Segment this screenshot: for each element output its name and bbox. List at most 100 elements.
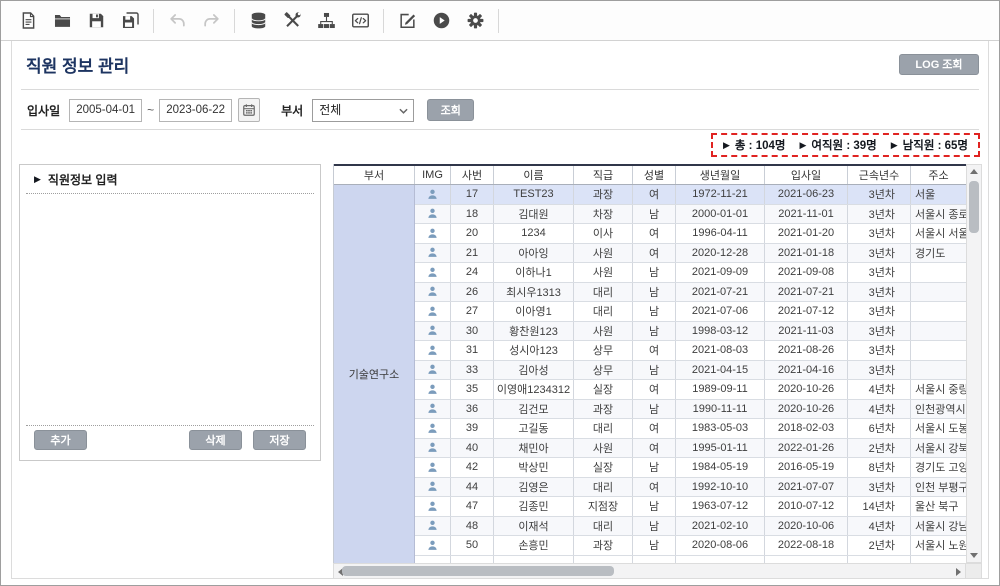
- save-all-icon[interactable]: [113, 8, 147, 34]
- cell-gender[interactable]: 남: [633, 400, 676, 419]
- cell-birth[interactable]: 1989-09-11: [676, 380, 765, 399]
- table-row[interactable]: 35이영애1234312실장여1989-09-112020-10-264년차서울…: [415, 380, 966, 400]
- settings-icon[interactable]: [458, 8, 492, 34]
- column-header[interactable]: 근속년수: [848, 166, 911, 184]
- scroll-down-arrow-icon[interactable]: [970, 553, 978, 558]
- cell-tenure[interactable]: 3년차: [848, 283, 911, 302]
- cell-position[interactable]: 사원: [574, 263, 633, 282]
- cell-birth[interactable]: 1995-01-11: [676, 439, 765, 458]
- cell-tenure[interactable]: 3년차: [848, 341, 911, 360]
- cell-img[interactable]: [415, 439, 451, 458]
- table-row[interactable]: 201234이사여1996-04-112021-01-203년차서울시 서울: [415, 224, 966, 244]
- cell-birth[interactable]: 1990-11-11: [676, 400, 765, 419]
- cell-address[interactable]: [911, 283, 966, 302]
- cell-birth[interactable]: 2020-12-28: [676, 244, 765, 263]
- cell-tenure[interactable]: 3년차: [848, 263, 911, 282]
- cell-tenure[interactable]: 4년차: [848, 380, 911, 399]
- cell-gender[interactable]: 남: [633, 263, 676, 282]
- cell-gender[interactable]: 남: [633, 497, 676, 516]
- table-row[interactable]: 47김종민지점장남1963-07-122010-07-1214년차울산 북구: [415, 497, 966, 517]
- cell-id[interactable]: 31: [451, 341, 494, 360]
- cell-birth[interactable]: 2021-04-15: [676, 361, 765, 380]
- cell-position[interactable]: 상무: [574, 341, 633, 360]
- cell-gender[interactable]: 여: [633, 341, 676, 360]
- cell-gender[interactable]: 여: [633, 419, 676, 438]
- cell-tenure[interactable]: 3년차: [848, 185, 911, 204]
- cell-img[interactable]: [415, 478, 451, 497]
- table-row[interactable]: 17TEST23과장여1972-11-212021-06-233년차서울: [415, 185, 966, 205]
- cell-address[interactable]: 서울시 도봉...: [911, 419, 966, 438]
- table-row[interactable]: 48이재석대리남2021-02-102020-10-064년차서울시 강남...: [415, 517, 966, 537]
- cell-birth[interactable]: 1996-04-11: [676, 224, 765, 243]
- cell-gender[interactable]: 남: [633, 517, 676, 536]
- cell-address[interactable]: 인천광역시 ...: [911, 400, 966, 419]
- cell-name[interactable]: 이아영1: [494, 302, 574, 321]
- new-document-icon[interactable]: [11, 8, 45, 34]
- cell-birth[interactable]: 1963-07-12: [676, 497, 765, 516]
- scroll-up-arrow-icon[interactable]: [970, 169, 978, 174]
- table-row[interactable]: 36김건모과장남1990-11-112020-10-264년차인천광역시 ...: [415, 400, 966, 420]
- cell-img[interactable]: [415, 322, 451, 341]
- cell-hire[interactable]: 2021-11-03: [765, 322, 848, 341]
- cell-hire[interactable]: 2016-05-19: [765, 458, 848, 477]
- cell-name[interactable]: 박상민: [494, 458, 574, 477]
- cell-img[interactable]: [415, 244, 451, 263]
- cell-gender[interactable]: 여: [633, 439, 676, 458]
- cell-address[interactable]: 서울시 종로...: [911, 205, 966, 224]
- cell-hire[interactable]: 2021-04-16: [765, 361, 848, 380]
- cell-position[interactable]: 사원: [574, 439, 633, 458]
- cell-birth[interactable]: 1984-05-19: [676, 458, 765, 477]
- cell-address[interactable]: 서울: [911, 185, 966, 204]
- cell-name[interactable]: 1234: [494, 224, 574, 243]
- cell-name[interactable]: 김대원: [494, 205, 574, 224]
- cell-id[interactable]: 50: [451, 536, 494, 555]
- cell-hire[interactable]: 2021-06-23: [765, 185, 848, 204]
- cell-address[interactable]: [911, 361, 966, 380]
- horizontal-scrollbar[interactable]: [333, 563, 966, 579]
- cell-gender[interactable]: 남: [633, 361, 676, 380]
- cell-id[interactable]: 44: [451, 478, 494, 497]
- table-row[interactable]: 18김대원차장남2000-01-012021-11-013년차서울시 종로...: [415, 205, 966, 225]
- cell-gender[interactable]: 여: [633, 380, 676, 399]
- column-header[interactable]: 직급: [574, 166, 633, 184]
- cell-position[interactable]: 상무: [574, 361, 633, 380]
- cell-img[interactable]: [415, 400, 451, 419]
- cell-birth[interactable]: 1998-03-12: [676, 322, 765, 341]
- cell-hire[interactable]: 2020-10-06: [765, 517, 848, 536]
- cell-address[interactable]: 경기도: [911, 244, 966, 263]
- cell-address[interactable]: [911, 263, 966, 282]
- cell-hire[interactable]: 2022-01-26: [765, 439, 848, 458]
- cell-hire[interactable]: 2022-08-18: [765, 536, 848, 555]
- cell-birth[interactable]: 2020-08-06: [676, 536, 765, 555]
- add-button[interactable]: 추가: [34, 430, 87, 450]
- cell-hire[interactable]: 2010-07-12: [765, 497, 848, 516]
- cell-name[interactable]: 이하나1: [494, 263, 574, 282]
- cell-tenure[interactable]: 6년차: [848, 419, 911, 438]
- cell-name[interactable]: 이영애1234312: [494, 380, 574, 399]
- cell-birth[interactable]: 2021-07-21: [676, 283, 765, 302]
- cell-position[interactable]: 과장: [574, 185, 633, 204]
- table-row[interactable]: 24이하나1사원남2021-09-092021-09-083년차: [415, 263, 966, 283]
- department-group-cell[interactable]: 기술연구소: [334, 185, 415, 563]
- cell-name[interactable]: 김아성: [494, 361, 574, 380]
- cell-tenure[interactable]: 2년차: [848, 536, 911, 555]
- cell-tenure[interactable]: 3년차: [848, 322, 911, 341]
- column-header[interactable]: 성별: [633, 166, 676, 184]
- cell-hire[interactable]: 2021-07-07: [765, 478, 848, 497]
- cell-name[interactable]: 김영은: [494, 478, 574, 497]
- table-row[interactable]: 44김영은대리여1992-10-102021-07-073년차인천 부평구: [415, 478, 966, 498]
- cell-position[interactable]: 지점장: [574, 497, 633, 516]
- cell-id[interactable]: 48: [451, 517, 494, 536]
- table-row[interactable]: 21아아잉사원여2020-12-282021-01-183년차경기도: [415, 244, 966, 264]
- column-header[interactable]: 사번: [451, 166, 494, 184]
- table-row[interactable]: 42박상민실장남1984-05-192016-05-198년차경기도 고양...: [415, 458, 966, 478]
- cell-address[interactable]: 울산 북구: [911, 497, 966, 516]
- cell-name[interactable]: 김건모: [494, 400, 574, 419]
- cell-gender[interactable]: 남: [633, 302, 676, 321]
- cell-position[interactable]: 실장: [574, 380, 633, 399]
- cell-gender[interactable]: 남: [633, 458, 676, 477]
- cell-name[interactable]: TEST23: [494, 185, 574, 204]
- table-row[interactable]: 40채민아사원여1995-01-112022-01-262년차서울시 강북...: [415, 439, 966, 459]
- cell-address[interactable]: 서울시 중랑...: [911, 380, 966, 399]
- horizontal-scroll-thumb[interactable]: [342, 566, 614, 576]
